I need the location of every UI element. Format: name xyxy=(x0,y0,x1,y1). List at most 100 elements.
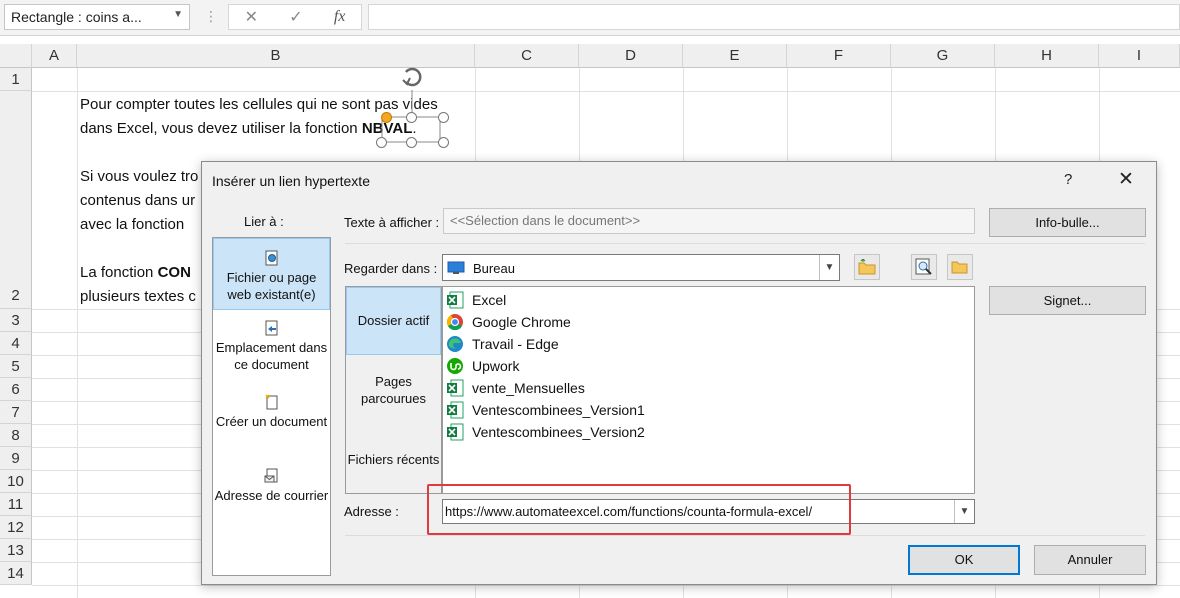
file-name: vente_Mensuelles xyxy=(472,380,585,396)
insert-hyperlink-dialog: Insérer un lien hypertexte ? ✕ Lier à : … xyxy=(201,161,1157,585)
dialog-title: Insérer un lien hypertexte xyxy=(212,173,370,189)
screentip-button[interactable]: Info-bulle... xyxy=(989,208,1146,237)
chevron-down-icon[interactable]: ▼ xyxy=(819,255,839,280)
file-list-item[interactable]: Upwork xyxy=(446,355,519,377)
link-item-existing-file[interactable]: Fichier ou page web existant(e) xyxy=(213,238,330,310)
file-list-item[interactable]: vente_Mensuelles xyxy=(446,377,585,399)
new-document-icon xyxy=(264,394,277,410)
up-one-folder-button[interactable] xyxy=(854,254,880,280)
row-header-1[interactable]: 1 xyxy=(0,68,32,91)
row-header-7[interactable]: 7 xyxy=(0,401,32,424)
file-list-item[interactable]: Excel xyxy=(446,289,506,311)
row-header-4[interactable]: 4 xyxy=(0,332,32,355)
look-in-dropdown[interactable]: Bureau ▼ xyxy=(442,254,840,281)
link-item-place-in-document[interactable]: Emplacement dans ce document xyxy=(213,320,330,386)
column-header-a[interactable]: A xyxy=(32,44,77,68)
file-list-item[interactable]: Ventescombinees_Version1 xyxy=(446,399,645,421)
document-location-icon xyxy=(265,320,277,336)
file-name: Ventescombinees_Version1 xyxy=(472,402,645,418)
link-to-panel: Fichier ou page web existant(e) Emplacem… xyxy=(212,237,331,576)
row-header-2[interactable]: 2 xyxy=(0,91,32,309)
adjust-handle[interactable] xyxy=(381,112,392,123)
row-header-14[interactable]: 14 xyxy=(0,562,32,585)
close-button[interactable]: ✕ xyxy=(1118,168,1134,191)
row-header-12[interactable]: 12 xyxy=(0,516,32,539)
browse-file-button[interactable] xyxy=(947,254,973,280)
row-header-10[interactable]: 10 xyxy=(0,470,32,493)
select-all-corner[interactable] xyxy=(0,44,32,68)
separator xyxy=(345,243,1145,244)
link-item-label: Emplacement dans ce document xyxy=(215,340,328,372)
gridline xyxy=(32,91,1180,92)
bookmark-button[interactable]: Signet... xyxy=(989,286,1146,315)
file-name: Google Chrome xyxy=(472,314,571,330)
file-list-item[interactable]: Travail - Edge xyxy=(446,333,559,355)
cancel-icon[interactable]: ✕ xyxy=(245,7,258,27)
row-header-8[interactable]: 8 xyxy=(0,424,32,447)
column-header-h[interactable]: H xyxy=(995,44,1099,68)
con-keyword: CON xyxy=(157,264,191,281)
cell-b2-line-6-text: La fonction xyxy=(80,264,158,281)
resize-handle[interactable] xyxy=(406,137,417,148)
nav-current-folder[interactable]: Dossier actif xyxy=(346,287,441,355)
resize-handle[interactable] xyxy=(376,137,387,148)
browse-web-button[interactable] xyxy=(911,254,937,280)
file-name: Upwork xyxy=(472,358,520,374)
column-header-e[interactable]: E xyxy=(683,44,787,68)
web-page-icon xyxy=(265,250,277,266)
nav-browsed-pages[interactable]: Pages parcourues xyxy=(346,373,441,413)
name-box[interactable]: Rectangle : coins a... ▼ xyxy=(4,4,190,30)
link-item-label: Créer un document xyxy=(215,414,328,429)
desktop-icon xyxy=(447,261,465,274)
link-item-label: Fichier ou page web existant(e) xyxy=(226,270,317,302)
column-header-c[interactable]: C xyxy=(475,44,579,68)
chevron-down-icon[interactable]: ▼ xyxy=(173,9,183,20)
link-item-label: Adresse de courrier xyxy=(214,488,329,503)
link-item-email-address[interactable]: Adresse de courrier xyxy=(213,468,330,534)
formula-input[interactable] xyxy=(368,4,1180,30)
column-header-g[interactable]: G xyxy=(891,44,995,68)
text-to-display-label: Texte à afficher : xyxy=(344,215,440,230)
row-header-5[interactable]: 5 xyxy=(0,355,32,378)
resize-handle[interactable] xyxy=(438,112,449,123)
browse-web-icon xyxy=(915,258,932,275)
resize-handle[interactable] xyxy=(438,137,449,148)
resize-handle[interactable] xyxy=(406,112,417,123)
file-name: Ventescombinees_Version2 xyxy=(472,424,645,440)
annotation-highlight-box xyxy=(427,484,851,535)
drag-handle-icon[interactable]: ⋮ xyxy=(204,8,218,25)
row-header-6[interactable]: 6 xyxy=(0,378,32,401)
insert-function-icon[interactable]: fx xyxy=(334,8,346,26)
look-in-value: Bureau xyxy=(473,261,515,276)
enter-icon[interactable]: ✓ xyxy=(289,7,302,27)
row-header-3[interactable]: 3 xyxy=(0,309,32,332)
folder-up-icon xyxy=(858,259,876,275)
folder-open-icon xyxy=(951,261,968,274)
cell-b2-line-7: plusieurs textes c xyxy=(80,288,196,305)
nav-recent-files[interactable]: Fichiers récents xyxy=(346,451,441,471)
column-header-i[interactable]: I xyxy=(1099,44,1180,68)
link-to-label: Lier à : xyxy=(244,214,284,229)
look-in-label: Regarder dans : xyxy=(344,261,438,276)
file-list[interactable]: Excel Google Chrome Travail - Edge Upwor… xyxy=(442,286,975,494)
cell-b2-line-2: dans Excel, vous devez utiliser la fonct… xyxy=(80,117,417,141)
row-header-11[interactable]: 11 xyxy=(0,493,32,516)
ok-button[interactable]: OK xyxy=(908,545,1020,575)
file-list-item[interactable]: Google Chrome xyxy=(446,311,571,333)
column-header-f[interactable]: F xyxy=(787,44,891,68)
text-to-display-field[interactable]: <<Sélection dans le document>> xyxy=(443,208,975,234)
excel-shortcut-icon xyxy=(446,291,464,309)
formula-bar: Rectangle : coins a... ▼ ⋮ ✕ ✓ fx xyxy=(0,0,1180,36)
chevron-down-icon[interactable]: ▼ xyxy=(954,500,974,523)
gridline xyxy=(77,68,78,598)
help-button[interactable]: ? xyxy=(1064,171,1072,188)
cell-b2-line-3: Si vous voulez tro xyxy=(80,168,199,185)
row-header-9[interactable]: 9 xyxy=(0,447,32,470)
link-item-create-document[interactable]: Créer un document xyxy=(213,394,330,460)
file-name: Travail - Edge xyxy=(472,336,559,352)
cancel-button[interactable]: Annuler xyxy=(1034,545,1146,575)
separator xyxy=(345,535,1145,536)
file-list-item[interactable]: Ventescombinees_Version2 xyxy=(446,421,645,443)
row-header-13[interactable]: 13 xyxy=(0,539,32,562)
column-header-d[interactable]: D xyxy=(579,44,683,68)
